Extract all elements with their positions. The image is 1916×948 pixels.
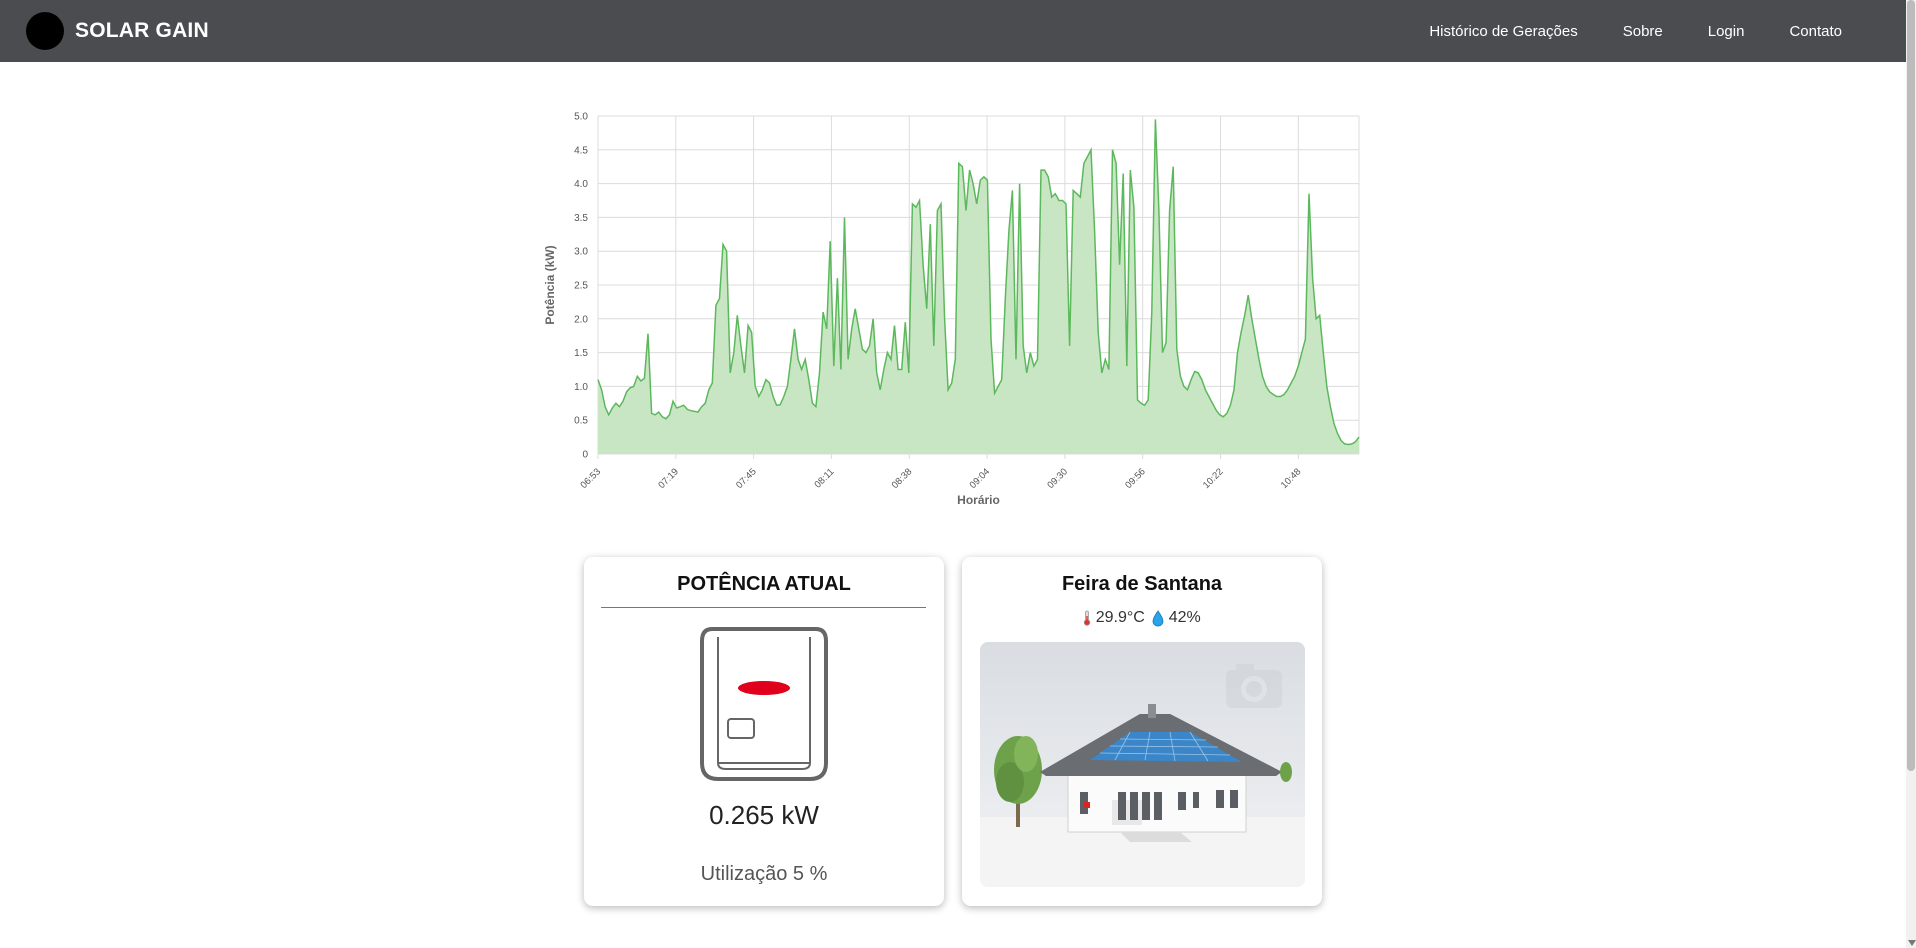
nav-links: Histórico de Gerações Sobre Login Contat… <box>1384 0 1842 62</box>
current-power-value: 0.265 kW <box>709 800 819 830</box>
scrollbar-thumb[interactable] <box>1907 0 1915 771</box>
x-tick-label: 08:38 <box>890 466 915 491</box>
nav-link-historico[interactable]: Histórico de Gerações <box>1429 23 1577 40</box>
y-tick-label: 2.0 <box>574 314 588 325</box>
x-tick-label: 06:53 <box>579 466 604 491</box>
droplet-icon <box>1152 609 1164 626</box>
divider <box>601 607 926 608</box>
x-tick-label: 09:56 <box>1123 466 1148 491</box>
y-tick-label: 0 <box>582 450 588 461</box>
city-name: Feira de Santana <box>1061 573 1223 595</box>
scroll-down-icon[interactable] <box>1908 940 1916 946</box>
y-tick-label: 5.0 <box>574 112 588 123</box>
brand-name: SOLAR GAIN <box>75 19 209 42</box>
nav-link-sobre[interactable]: Sobre <box>1623 23 1663 40</box>
y-tick-label: 3.5 <box>574 213 588 224</box>
y-tick-label: 3.0 <box>574 247 588 258</box>
logo-icon <box>26 12 64 50</box>
house-photo <box>980 642 1305 887</box>
y-tick-label: 4.0 <box>574 179 588 190</box>
temperature-value: 29.9°C <box>1095 609 1145 626</box>
power-chart: 0 0.5 1.0 1.5 2.0 2.5 3.0 3.5 4.0 4.5 5.0 06:53 07:1… <box>540 100 1370 520</box>
y-tick-label: 2.5 <box>574 281 588 292</box>
thermometer-icon <box>1084 610 1091 626</box>
power-card: POTÊNCIA ATUAL 0.265 kW Utilização 5 % <box>584 557 944 906</box>
scrollbar[interactable] <box>1906 0 1916 948</box>
inverter-icon <box>700 627 828 781</box>
series-area <box>598 119 1359 455</box>
y-tick-label: 4.5 <box>574 145 588 156</box>
power-chart-svg: 0 0.5 1.0 1.5 2.0 2.5 3.0 3.5 4.0 4.5 5.0 06:53 07:1… <box>543 112 1360 507</box>
utilization-text: Utilização 5 % <box>700 863 828 885</box>
humidity-value: 42% <box>1168 609 1201 626</box>
y-axis-label: Potência (kW) <box>543 245 557 324</box>
x-tick-label: 07:45 <box>734 466 759 491</box>
x-tick-label: 10:48 <box>1279 466 1304 491</box>
x-tick-label: 09:04 <box>968 466 993 491</box>
navbar: SOLAR GAIN Histórico de Gerações Sobre L… <box>0 0 1906 62</box>
x-tick-label: 08:11 <box>812 466 836 490</box>
x-axis-label: Horário <box>957 493 1000 507</box>
y-tick-label: 1.0 <box>574 382 588 393</box>
power-card-title: POTÊNCIA ATUAL <box>677 573 851 595</box>
x-tick-label: 07:19 <box>656 466 681 491</box>
brand[interactable]: SOLAR GAIN <box>26 12 209 50</box>
weather-info: 29.9°C 42% <box>962 609 1322 627</box>
camera-icon <box>1226 664 1282 708</box>
x-tick-label: 09:30 <box>1045 466 1070 491</box>
y-tick-label: 0.5 <box>574 416 588 427</box>
weather-card: Feira de Santana 29.9°C 42% <box>962 557 1322 906</box>
nav-link-login[interactable]: Login <box>1708 23 1745 40</box>
x-tick-label: 10:22 <box>1201 466 1226 491</box>
nav-link-contato[interactable]: Contato <box>1789 23 1842 40</box>
y-tick-label: 1.5 <box>574 348 588 359</box>
